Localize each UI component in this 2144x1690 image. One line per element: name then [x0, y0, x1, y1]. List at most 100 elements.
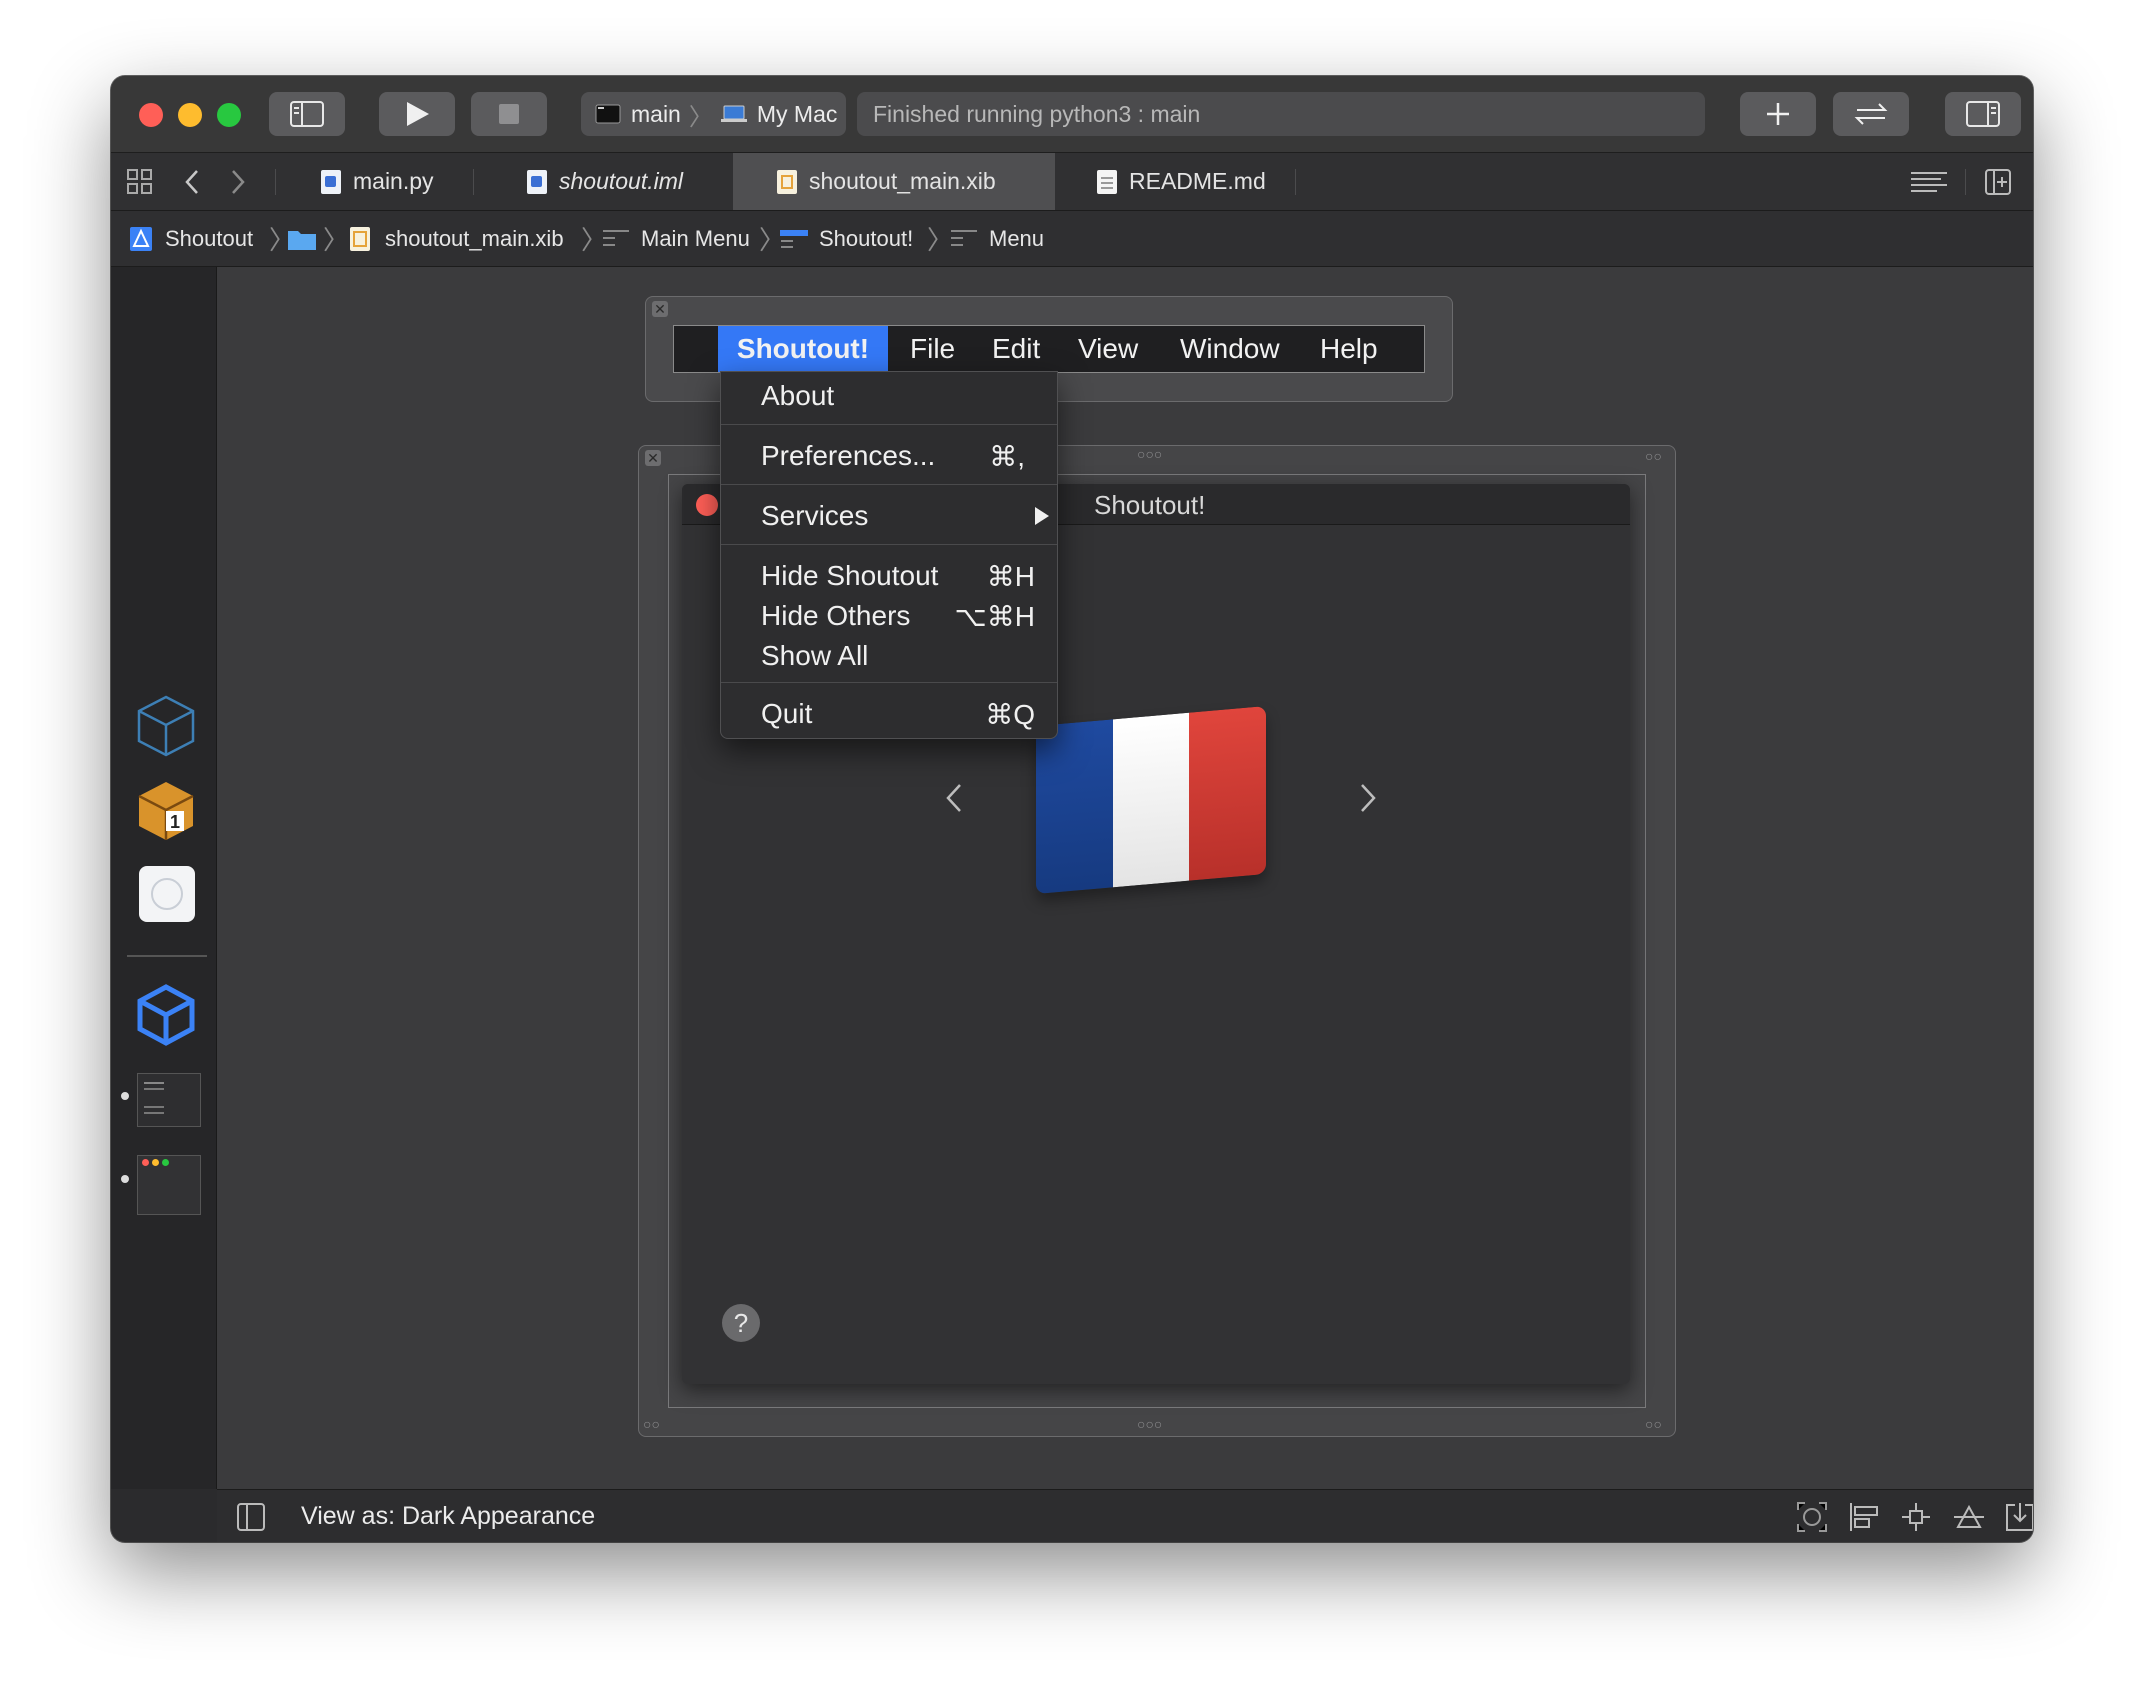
menu-bar: Shoutout! File Edit View Window Help [673, 325, 1425, 373]
xib-file-icon [350, 226, 370, 251]
editor-options-icon[interactable] [1911, 171, 1947, 193]
add-editor-icon[interactable] [1985, 169, 2011, 195]
embed-in-icon[interactable] [2005, 1502, 2033, 1532]
update-frames-icon[interactable] [1797, 1502, 1827, 1532]
status-text: Finished running python3 : main [873, 100, 1201, 127]
menu-icon [603, 229, 629, 246]
next-chevron-icon[interactable] [1358, 782, 1378, 814]
toolbar: main 〉 My Mac Finished running python3 :… [111, 76, 2033, 153]
menu-item-hide-others[interactable]: Hide Others ⌥⌘H [721, 596, 1057, 636]
scheme-device: My Mac [756, 100, 838, 127]
menu-item-show-all[interactable]: Show All [721, 636, 1057, 676]
tab-label: shoutout.iml [559, 168, 684, 194]
run-button[interactable] [379, 92, 455, 136]
menu-window[interactable]: Window [1180, 326, 1280, 372]
menu-item-label: Preferences... [761, 440, 936, 471]
breadcrumb-main-menu[interactable]: Main Menu [601, 211, 750, 266]
first-responder-icon[interactable]: 1 [136, 779, 196, 843]
add-constraints-icon[interactable] [1901, 1502, 1931, 1532]
chevron-right-icon: 〉 [323, 225, 350, 255]
inspector-toggle-button[interactable] [1945, 92, 2021, 136]
menu-help[interactable]: Help [1320, 326, 1378, 372]
stop-button[interactable] [471, 92, 547, 136]
resize-handle[interactable]: ○○ [1645, 1416, 1662, 1432]
python-file-icon [321, 169, 341, 194]
tab-label: main.py [353, 168, 434, 194]
shortcut-label: ⌘Q [985, 698, 1035, 730]
application-icon[interactable] [139, 866, 195, 922]
submenu-arrow-icon [1035, 507, 1049, 525]
align-icon[interactable] [1849, 1502, 1879, 1532]
previous-chevron-icon[interactable] [944, 782, 964, 814]
resize-handle[interactable]: ○○ [1645, 448, 1662, 464]
terminal-icon [595, 104, 621, 124]
menu-item-label: Quit [761, 698, 813, 729]
breadcrumb-menu[interactable]: Menu [949, 211, 1044, 266]
menu-separator [721, 544, 1057, 545]
activity-status: Finished running python3 : main [857, 92, 1705, 136]
menu-file[interactable]: File [910, 326, 955, 372]
breadcrumb-folder[interactable] [287, 211, 317, 266]
menu-item-label: Hide Others [761, 600, 911, 631]
project-icon [130, 226, 152, 251]
inspector-sidebar-icon [1966, 101, 2000, 127]
object-cube-icon[interactable] [136, 983, 196, 1047]
menu-label: Help [1320, 333, 1378, 364]
outline-toggle-icon[interactable] [237, 1503, 265, 1531]
menu-edit[interactable]: Edit [992, 326, 1040, 372]
window-close-button[interactable] [696, 494, 718, 516]
view-as-appearance[interactable]: View as: Dark Appearance [301, 1502, 595, 1531]
library-button[interactable] [1740, 92, 1816, 136]
menu-item-hide[interactable]: Hide Shoutout ⌘H [721, 556, 1057, 596]
breadcrumb-label: Shoutout [165, 225, 254, 251]
breadcrumb-file[interactable]: shoutout_main.xib [349, 211, 564, 266]
breadcrumb-label: Menu [989, 225, 1045, 251]
help-label: ? [733, 1308, 749, 1338]
tab-shoutout-iml[interactable]: shoutout.iml [527, 153, 683, 210]
window-title: Shoutout! [1094, 490, 1206, 520]
stop-icon [499, 104, 519, 124]
tab-shoutout-main-xib[interactable]: shoutout_main.xib [733, 153, 1055, 210]
resize-handle[interactable]: ○○○ [1137, 1416, 1162, 1432]
resolve-autolayout-icon[interactable] [1953, 1502, 1985, 1532]
mac-icon [720, 105, 747, 122]
close-object-icon[interactable]: ✕ [645, 450, 661, 466]
breadcrumb-menu-item[interactable]: Shoutout! [779, 211, 913, 266]
navigator-toggle-button[interactable] [269, 92, 345, 136]
code-review-button[interactable] [1833, 92, 1909, 136]
menu-label: View [1078, 333, 1139, 364]
grid-icon[interactable] [127, 169, 153, 195]
xib-file-icon [777, 169, 797, 194]
canvas-bottom-bar: View as: Dark Appearance [217, 1489, 2033, 1542]
files-owner-cube-icon[interactable] [136, 694, 196, 758]
app-menu-dropdown: About Preferences... ⌘, Services Hide Sho… [720, 371, 1058, 739]
menu-shoutout[interactable]: Shoutout! [718, 326, 888, 372]
menu-item-preferences[interactable]: Preferences... ⌘, [721, 436, 1057, 476]
window-thumbnail[interactable] [137, 1155, 201, 1215]
tab-label: shoutout_main.xib [809, 168, 996, 194]
help-button[interactable]: ? [722, 1304, 760, 1342]
breadcrumb-project[interactable]: Shoutout [129, 211, 253, 266]
scheme-selector[interactable]: main 〉 My Mac [581, 92, 846, 136]
shortcut-label: ⌘, [989, 440, 1025, 472]
menu-view[interactable]: View [1078, 326, 1138, 372]
zoom-button[interactable] [217, 103, 241, 127]
forward-chevron-icon[interactable] [229, 169, 247, 195]
minimize-button[interactable] [178, 103, 202, 127]
tab-main-py[interactable]: main.py [321, 153, 434, 210]
resize-handle[interactable]: ○○ [643, 1416, 660, 1432]
tab-bar: main.py shoutout.iml shoutout_main.xib R… [111, 153, 2033, 211]
menu-item-about[interactable]: About [721, 376, 1057, 416]
close-button[interactable] [139, 103, 163, 127]
back-chevron-icon[interactable] [183, 169, 201, 195]
document-icon [1097, 169, 1117, 194]
menu-separator [721, 424, 1057, 425]
close-object-icon[interactable]: ✕ [652, 301, 668, 317]
tab-readme-md[interactable]: README.md [1097, 153, 1266, 210]
main-menu-thumbnail[interactable] [137, 1073, 201, 1127]
resize-handle[interactable]: ○○○ [1137, 446, 1162, 462]
menu-item-quit[interactable]: Quit ⌘Q [721, 694, 1057, 734]
breadcrumb-label: Main Menu [641, 225, 750, 251]
menu-item-services[interactable]: Services [721, 496, 1057, 536]
divider [1965, 169, 1966, 195]
